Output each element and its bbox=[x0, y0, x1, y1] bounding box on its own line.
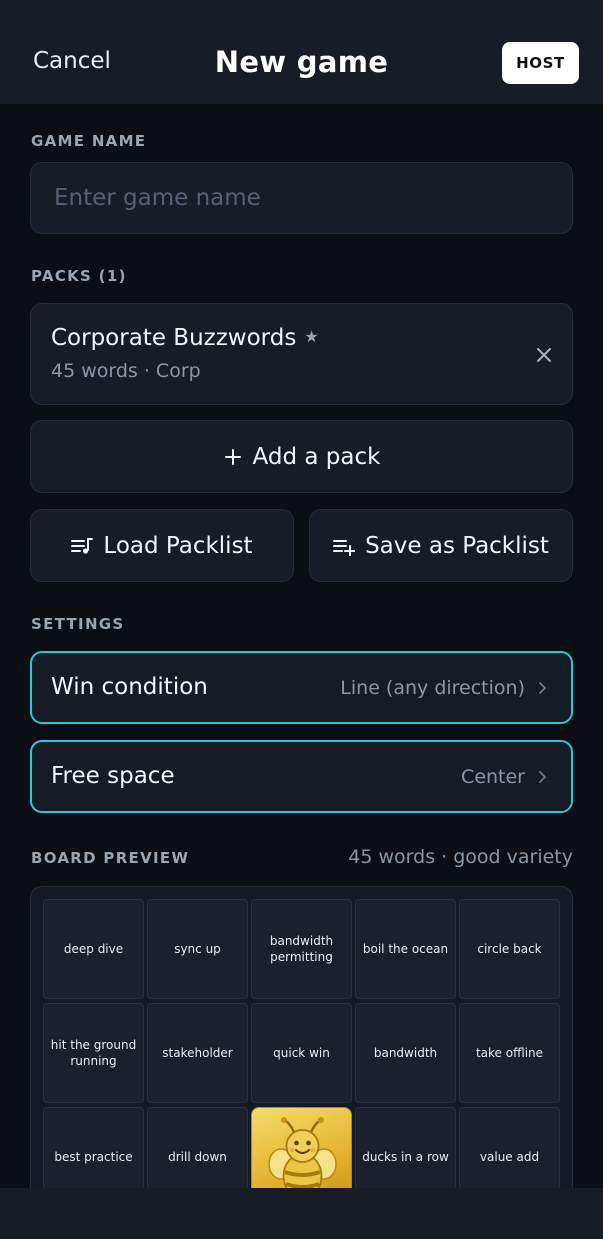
packs-label: PACKS (1) bbox=[31, 267, 127, 285]
board-preview: deep dive sync up bandwidth permitting b… bbox=[30, 886, 573, 1216]
bottom-bar bbox=[0, 1188, 603, 1239]
plus-icon bbox=[224, 448, 241, 465]
add-pack-label: Add a pack bbox=[252, 443, 381, 470]
board-cell: take offline bbox=[459, 1003, 560, 1103]
load-packlist-label: Load Packlist bbox=[103, 532, 253, 559]
board-preview-meta: 45 words · good variety bbox=[348, 846, 573, 868]
save-packlist-button[interactable]: Save as Packlist bbox=[309, 509, 573, 582]
playlist-music-icon bbox=[71, 537, 94, 554]
board-cell: stakeholder bbox=[147, 1003, 248, 1103]
header-bar: Cancel New game HOST bbox=[0, 0, 603, 104]
board-cell: hit the ground running bbox=[43, 1003, 144, 1103]
load-packlist-button[interactable]: Load Packlist bbox=[30, 509, 294, 582]
pack-title-row: Corporate Buzzwords ★ bbox=[51, 325, 319, 351]
playlist-add-icon bbox=[333, 539, 356, 556]
star-icon: ★ bbox=[304, 327, 319, 346]
board-cell: bandwidth bbox=[355, 1003, 456, 1103]
pack-card: Corporate Buzzwords ★ 45 words · Corp bbox=[30, 303, 573, 405]
board-cell: sync up bbox=[147, 899, 248, 999]
free-space-setting[interactable]: Free space Center bbox=[30, 740, 573, 813]
add-pack-button[interactable]: Add a pack bbox=[30, 420, 573, 493]
chevron-right-icon bbox=[539, 682, 546, 694]
host-button[interactable]: HOST bbox=[502, 42, 579, 84]
board-cell: boil the ocean bbox=[355, 899, 456, 999]
win-condition-value: Line (any direction) bbox=[340, 677, 525, 699]
free-space-label: Free space bbox=[51, 763, 175, 789]
chevron-right-icon bbox=[539, 771, 546, 783]
board-cell: bandwidth permitting bbox=[251, 899, 352, 999]
board-cell: circle back bbox=[459, 899, 560, 999]
game-name-input[interactable] bbox=[30, 162, 573, 234]
win-condition-label: Win condition bbox=[51, 674, 208, 700]
win-condition-setting[interactable]: Win condition Line (any direction) bbox=[30, 651, 573, 724]
pack-name: Corporate Buzzwords bbox=[51, 325, 297, 351]
save-packlist-label: Save as Packlist bbox=[365, 532, 549, 559]
free-space-value: Center bbox=[461, 766, 525, 788]
game-name-label: GAME NAME bbox=[31, 132, 147, 150]
board-cell: quick win bbox=[251, 1003, 352, 1103]
board-cell: deep dive bbox=[43, 899, 144, 999]
settings-label: SETTINGS bbox=[31, 615, 125, 633]
close-icon[interactable] bbox=[533, 344, 555, 366]
pack-meta: 45 words · Corp bbox=[51, 360, 201, 382]
board-preview-label: BOARD PREVIEW bbox=[31, 849, 190, 867]
